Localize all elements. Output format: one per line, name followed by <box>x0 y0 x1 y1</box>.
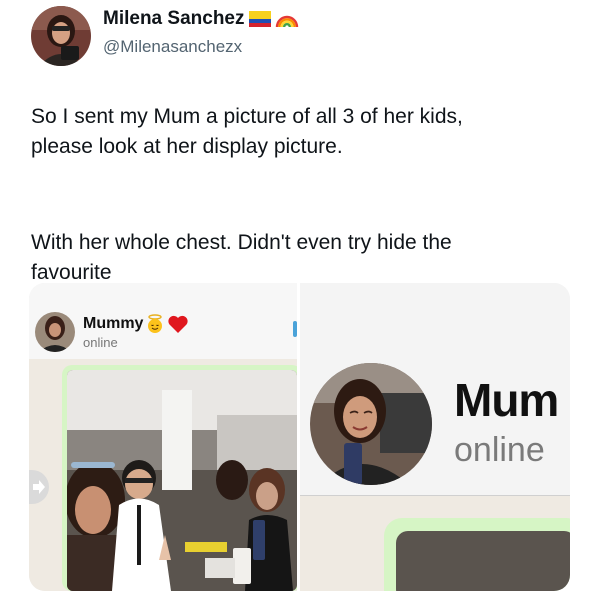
tweet-text-paragraph-1: So I sent my Mum a picture of all 3 of h… <box>31 105 463 158</box>
author-name[interactable]: Milena Sanchez <box>103 8 245 30</box>
red-heart-icon <box>168 315 189 333</box>
contact-status-zoomed: online <box>454 431 545 469</box>
media-left-screenshot[interactable]: Mummy online <box>29 283 297 591</box>
author-avatar[interactable] <box>31 6 91 66</box>
contact-avatar[interactable] <box>35 312 75 352</box>
contact-status: online <box>83 335 118 350</box>
shared-photo[interactable] <box>67 370 297 591</box>
contact-name-row: Mummy <box>83 314 189 334</box>
author-name-row: Milena Sanchez <box>103 8 299 30</box>
author-handle[interactable]: @Milenasanchezx <box>103 37 242 57</box>
media-right-screenshot[interactable]: Mum online <box>300 283 570 591</box>
rainbow-icon <box>275 15 298 28</box>
contact-avatar-zoomed[interactable] <box>310 363 432 485</box>
tweet-media[interactable]: Mummy online Mum online <box>29 283 570 591</box>
contact-name: Mummy <box>83 315 144 332</box>
contact-name-zoomed: Mum <box>454 374 559 426</box>
angel-face-icon <box>148 314 163 333</box>
shared-photo-zoomed[interactable] <box>396 531 570 591</box>
forward-button[interactable] <box>29 470 49 504</box>
tweet-text-line: With her whole chest. Didn't even try hi… <box>31 231 452 284</box>
colombia-flag-icon <box>248 11 271 27</box>
forward-arrow-icon <box>33 480 45 494</box>
